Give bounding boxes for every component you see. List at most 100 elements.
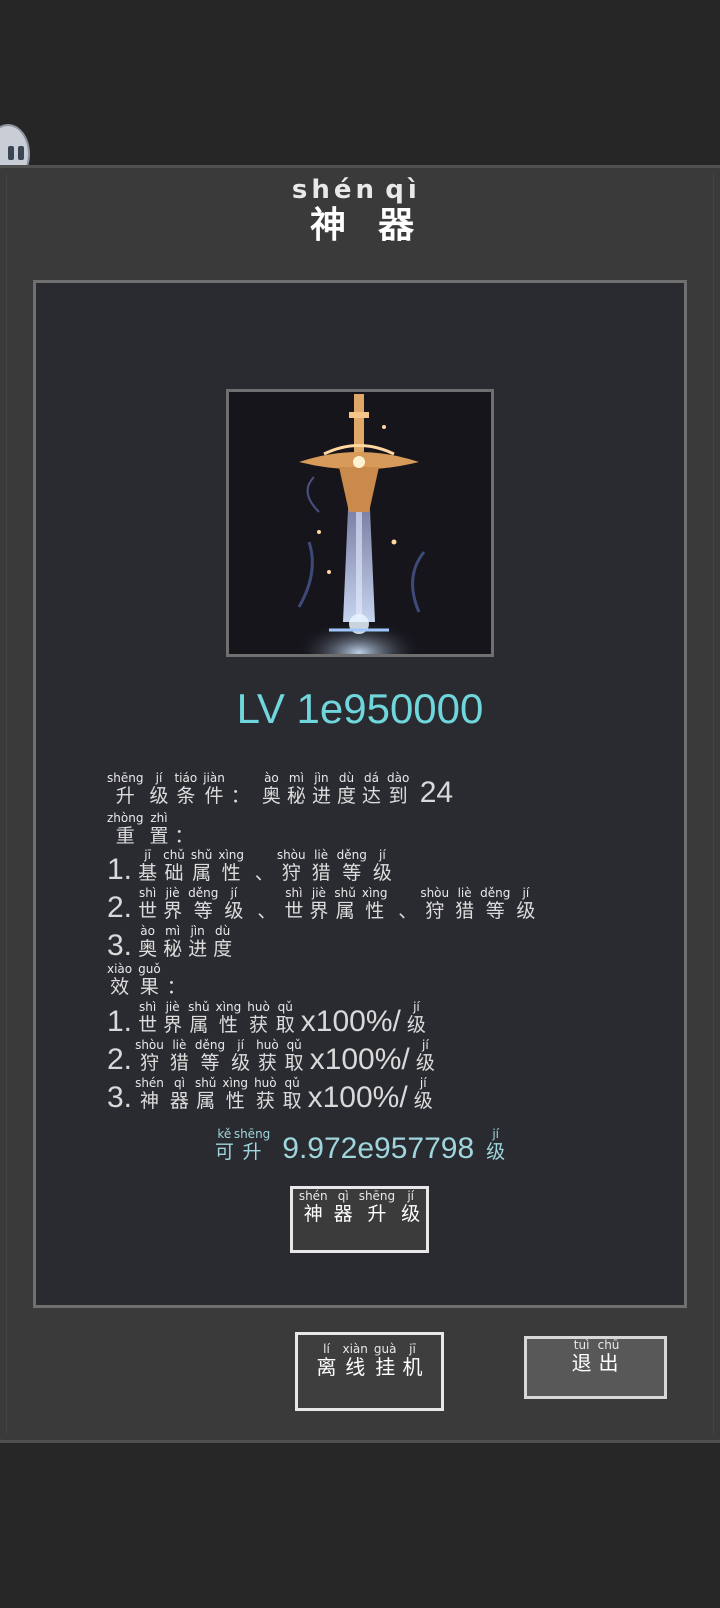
effect-item-name: 狩shòu猎liè等děng级jí获huò取qǔ bbox=[135, 1038, 310, 1074]
ruby-char: 神shén bbox=[291, 175, 379, 246]
reset-item-index: 3. bbox=[107, 929, 133, 962]
upgrade-condition-value: 24 bbox=[419, 776, 454, 809]
ruby-char: 获huò bbox=[247, 1000, 270, 1036]
artifact-upgrade-label: 神shén器qì升shēng级jí bbox=[296, 1189, 423, 1225]
ruby-char: 猎liè bbox=[169, 1038, 189, 1074]
reset-item-part: 狩shòu猎liè等děng级jí bbox=[276, 848, 398, 884]
offline-idle-label: 离lí线xiàn挂guà机jī bbox=[314, 1342, 426, 1379]
separator: 、 bbox=[398, 900, 418, 922]
ruby-char: 效xiào bbox=[107, 962, 133, 998]
offline-idle-button[interactable]: 离lí线xiàn挂guà机jī bbox=[295, 1332, 444, 1411]
reset-item-part: 世shì界jiè属shǔ性xìng bbox=[284, 886, 390, 922]
ruby-char: 奥ào bbox=[261, 771, 281, 807]
ruby-char: ： bbox=[230, 785, 250, 807]
ruby-char: 界jiè bbox=[309, 886, 329, 922]
effect-item-index: 2. bbox=[107, 1043, 133, 1076]
artifact-level: LV 1e950000 bbox=[236, 685, 484, 732]
ruby-char: 进jìn bbox=[311, 771, 331, 807]
effect-item-value: x100%/ bbox=[300, 1005, 401, 1038]
ruby-char: 置zhì bbox=[149, 811, 169, 847]
ruby-char: 神shén bbox=[135, 1076, 164, 1112]
sword-icon bbox=[229, 392, 491, 654]
ruby-char: 级jí bbox=[231, 1038, 251, 1074]
ruby-char: 级jí bbox=[413, 1076, 433, 1112]
ruby-char: 等děng bbox=[480, 886, 511, 922]
ruby-char: 获huò bbox=[254, 1076, 277, 1112]
effect-item-value: x100%/ bbox=[309, 1043, 410, 1076]
effect-item-value: x100%/ bbox=[307, 1081, 408, 1114]
upgradable-levels: 可kě升shēng 9.972e957798 级jí bbox=[0, 1127, 720, 1166]
ruby-char: 退tuì bbox=[571, 1338, 592, 1375]
effect-item-index: 1. bbox=[107, 1005, 133, 1038]
effect-item-unit: 级jí bbox=[413, 1076, 439, 1112]
ruby-char: 性xìng bbox=[215, 1000, 242, 1036]
separator: 、 bbox=[254, 862, 274, 884]
ruby-char: 基jī bbox=[138, 848, 158, 884]
exit-button[interactable]: 退tuì出chū bbox=[524, 1336, 667, 1399]
reset-label-text: 重zhòng置zhì： bbox=[107, 811, 199, 847]
effect-item: 3. 神shén器qì属shǔ性xìng获huò取qǔ x100%/ 级jí bbox=[107, 1076, 667, 1114]
ruby-char: 础chǔ bbox=[163, 848, 185, 884]
ruby-char: 获huò bbox=[256, 1038, 279, 1074]
ruby-char: 狩shòu bbox=[420, 886, 450, 922]
ruby-char: 升shēng bbox=[358, 1189, 396, 1225]
ruby-char: 秘mì bbox=[163, 924, 183, 960]
effect-item-index: 3. bbox=[107, 1081, 133, 1114]
ruby-char: 可kě bbox=[214, 1127, 234, 1163]
ruby-char: 奥ào bbox=[138, 924, 158, 960]
ruby-char: 挂guà bbox=[373, 1342, 397, 1379]
ruby-char: 升shēng bbox=[107, 771, 144, 807]
ruby-char: 达dá bbox=[361, 771, 381, 807]
ruby-char: 取qǔ bbox=[284, 1038, 304, 1074]
upgradable-value: 9.972e957798 bbox=[282, 1132, 475, 1165]
ruby-char: 界jiè bbox=[163, 886, 183, 922]
ruby-char: 世shì bbox=[138, 1000, 158, 1036]
ruby-char: 级jí bbox=[486, 1127, 506, 1163]
effect-item-name: 神shén器qì属shǔ性xìng获huò取qǔ bbox=[135, 1076, 308, 1112]
ruby-char: 属shǔ bbox=[188, 1000, 210, 1036]
upgradable-suffix: 级jí bbox=[486, 1127, 506, 1163]
ruby-char: 秘mì bbox=[286, 771, 306, 807]
ruby-char: 到dào bbox=[386, 771, 410, 807]
ruby-char: 猎liè bbox=[455, 886, 475, 922]
ruby-char: 等děng bbox=[336, 848, 367, 884]
ruby-char: 界jiè bbox=[163, 1000, 183, 1036]
ruby-char: 级jí bbox=[406, 1000, 426, 1036]
reset-label: 重zhòng置zhì： bbox=[107, 811, 667, 847]
ruby-char: 猎liè bbox=[311, 848, 331, 884]
ruby-char: 级jí bbox=[372, 848, 392, 884]
ruby-char: 属shǔ bbox=[334, 886, 356, 922]
ruby-char: 级jí bbox=[516, 886, 536, 922]
ruby-char: 出chū bbox=[597, 1338, 620, 1375]
ruby-char: 世shì bbox=[284, 886, 304, 922]
ruby-char: 属shǔ bbox=[190, 848, 213, 884]
reset-item-part: 世shì界jiè等děng级jí bbox=[138, 886, 249, 922]
reset-item-index: 2. bbox=[107, 891, 133, 924]
ruby-char: 度dù bbox=[213, 924, 233, 960]
upgrade-condition-desc: 奥ào秘mì进jìn度dù达dá到dào bbox=[261, 771, 414, 807]
ruby-char: 果guǒ bbox=[138, 962, 161, 998]
ruby-char: 件jiàn bbox=[203, 771, 225, 807]
ruby-char: 神shén bbox=[298, 1189, 328, 1225]
ruby-char: 器qì bbox=[169, 1076, 189, 1112]
ruby-char: 离lí bbox=[316, 1342, 337, 1379]
ruby-char: 狩shòu bbox=[276, 848, 306, 884]
reset-item-index: 1. bbox=[107, 853, 133, 886]
reset-item-part: 奥ào秘mì进jìn度dù bbox=[138, 924, 238, 960]
ruby-char: 重zhòng bbox=[107, 811, 144, 847]
ruby-char: 度dù bbox=[336, 771, 356, 807]
separator: 、 bbox=[257, 900, 277, 922]
artifact-image bbox=[226, 389, 494, 657]
effect-item-name: 世shì界jiè属shǔ性xìng获huò取qǔ bbox=[138, 1000, 301, 1036]
effect-label-text: 效xiào果guǒ： bbox=[107, 962, 192, 998]
upgrade-condition: 升shēng级jí条tiáo件jiàn： 奥ào秘mì进jìn度dù达dá到dà… bbox=[107, 771, 667, 809]
reset-item-part: 基jī础chǔ属shǔ性xìng bbox=[138, 848, 247, 884]
artifact-upgrade-button[interactable]: 神shén器qì升shēng级jí bbox=[290, 1186, 429, 1253]
ruby-char: 狩shòu bbox=[135, 1038, 164, 1074]
page-title: 神shén器qì bbox=[0, 175, 720, 248]
reset-item: 1. 基jī础chǔ属shǔ性xìng 、 狩shòu猎liè等děng级jí bbox=[107, 848, 667, 886]
ruby-char: 器qì bbox=[378, 175, 429, 246]
ruby-char: 性xìng bbox=[218, 848, 245, 884]
ruby-char: 进jìn bbox=[188, 924, 208, 960]
pause-icon-bar bbox=[18, 146, 24, 160]
